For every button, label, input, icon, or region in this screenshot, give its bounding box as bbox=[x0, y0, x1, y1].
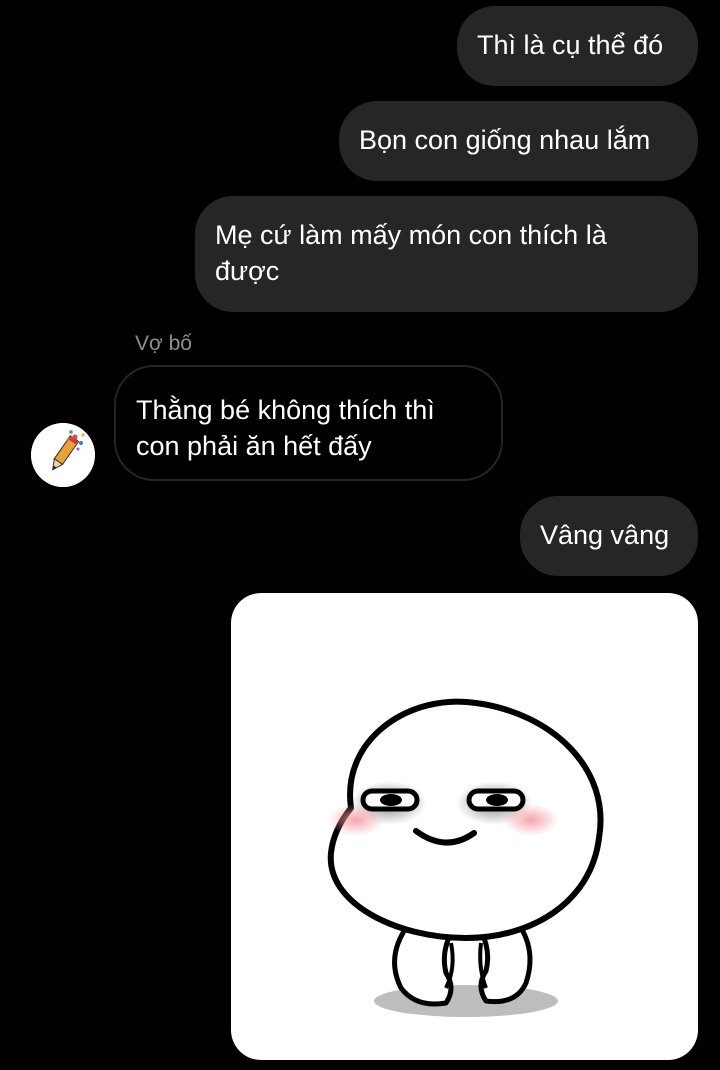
smug-white-blob-sticker-icon bbox=[327, 698, 604, 1017]
outgoing-message-bubble[interactable]: Vâng vâng bbox=[520, 496, 698, 576]
pencil-drawing-avatar-icon bbox=[31, 423, 95, 487]
avatar[interactable] bbox=[31, 423, 95, 487]
incoming-message-bubble[interactable]: Thằng bé không thích thì con phải ăn hết… bbox=[114, 365, 503, 481]
sticker-message[interactable] bbox=[231, 593, 698, 1060]
outgoing-message-bubble[interactable]: Thì là cụ thể đó bbox=[457, 6, 698, 86]
message-text: Thì là cụ thể đó bbox=[477, 30, 664, 60]
sender-name: Vợ bố bbox=[135, 332, 192, 355]
message-text: Vâng vâng bbox=[540, 520, 670, 550]
outgoing-message-bubble[interactable]: Mẹ cứ làm mấy món con thích là được bbox=[195, 196, 698, 312]
message-text: Thằng bé không thích thì con phải ăn hết… bbox=[136, 395, 435, 461]
message-text: Mẹ cứ làm mấy món con thích là được bbox=[215, 220, 607, 286]
message-text: Bọn con giống nhau lắm bbox=[359, 125, 651, 155]
outgoing-message-bubble[interactable]: Bọn con giống nhau lắm bbox=[339, 101, 698, 181]
